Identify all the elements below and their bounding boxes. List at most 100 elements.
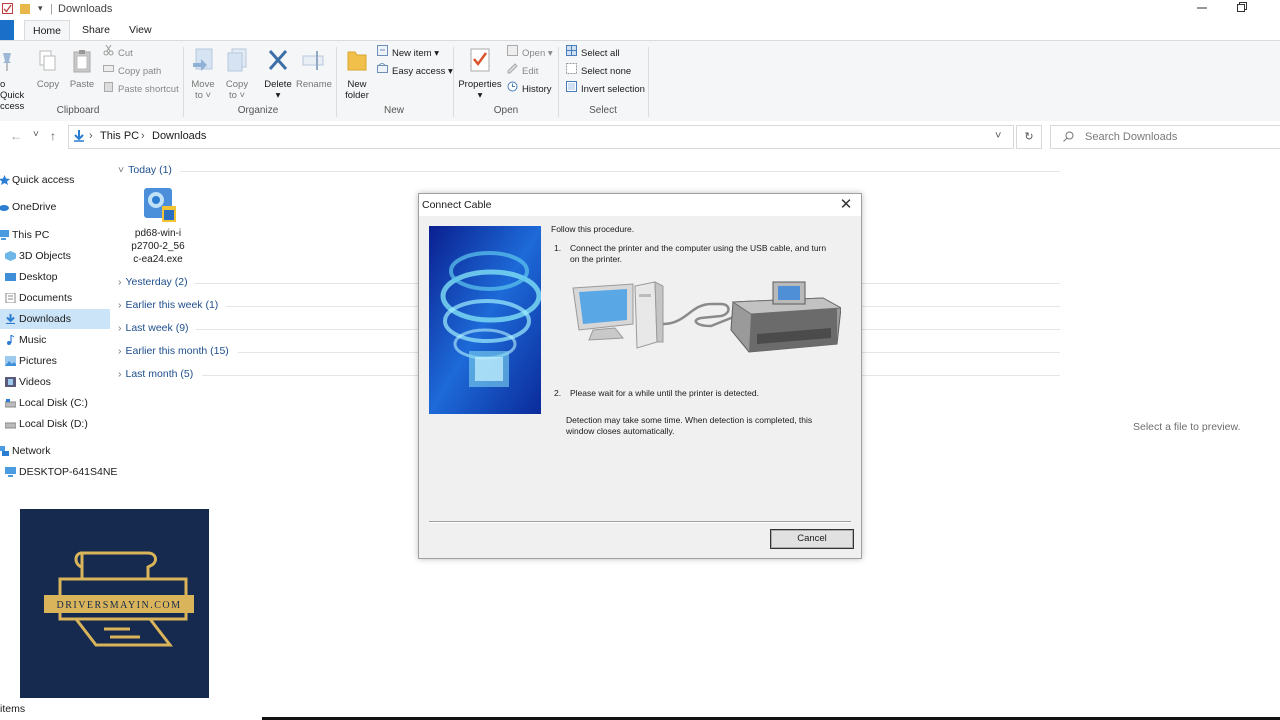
rename-label: Rename — [296, 79, 332, 90]
file-name-line-1: pd68-win-i — [134, 228, 182, 239]
delete-button[interactable]: Delete ▾ — [262, 47, 294, 101]
paste-shortcut-icon — [103, 81, 114, 98]
sidebar-item-quick-access[interactable]: Quick access — [0, 170, 110, 190]
paste-button[interactable]: Paste — [68, 49, 96, 90]
breadcrumb-this-pc[interactable]: This PC — [100, 130, 139, 142]
group-header-last-month[interactable]: › Last month (5) — [118, 366, 193, 382]
recent-locations-icon[interactable]: ˅ — [33, 129, 39, 140]
copy-to-button[interactable]: Copy to ˅ — [223, 47, 251, 101]
open-label: Open ▾ — [522, 48, 553, 60]
driversmayin-logo: DRIVERSMAYIN.COM — [20, 509, 209, 698]
sidebar-item-documents[interactable]: Documents — [0, 288, 110, 308]
close-icon[interactable]: ✕ — [837, 196, 855, 214]
invert-selection-icon — [566, 81, 577, 98]
sidebar-item-music[interactable]: Music — [0, 330, 110, 350]
music-note-icon — [7, 335, 15, 345]
properties-label: Properties — [458, 79, 502, 90]
sidebar-item-desktop[interactable]: Desktop — [0, 267, 110, 287]
edit-button[interactable]: Edit — [507, 63, 538, 79]
title-separator: | — [50, 3, 53, 15]
easy-access-button[interactable]: Easy access ▾ — [377, 62, 453, 79]
move-to-label-2: to ˅ — [194, 90, 212, 101]
open-button[interactable]: Open ▾ — [507, 45, 553, 61]
cut-button[interactable]: Cut — [103, 44, 133, 61]
pin-to-quick-access-button[interactable]: o Quick ccess — [0, 49, 32, 112]
new-item-button[interactable]: New item ▾ — [377, 45, 439, 61]
easy-access-label: Easy access ▾ — [392, 66, 453, 78]
minimize-icon[interactable] — [1192, 2, 1212, 18]
file-name-line-3: c-ea24.exe — [133, 254, 183, 265]
sidebar-item-network[interactable]: Network — [0, 441, 110, 461]
copy-path-button[interactable]: Copy path — [103, 63, 161, 79]
customize-toolbar-icon[interactable]: ▾ — [38, 3, 43, 14]
search-box[interactable]: Search Downloads — [1050, 125, 1280, 149]
tab-view[interactable]: View — [121, 20, 160, 40]
sidebar-label: Quick access — [12, 174, 75, 186]
address-dropdown-icon[interactable]: ˅ — [995, 130, 1001, 142]
search-icon — [1063, 131, 1074, 145]
select-all-label: Select all — [581, 48, 620, 60]
tab-share[interactable]: Share — [74, 20, 118, 40]
breadcrumb-separator: › — [141, 130, 145, 142]
new-folder-button[interactable]: New folder — [342, 47, 372, 101]
select-none-button[interactable]: Select none — [566, 63, 631, 79]
new-folder-icon — [342, 47, 372, 76]
sidebar-item-desktop-computer[interactable]: DESKTOP-641S4NE — [0, 462, 117, 482]
tab-file[interactable] — [0, 20, 14, 40]
sidebar-item-pictures[interactable]: Pictures — [0, 351, 110, 371]
breadcrumb-downloads[interactable]: Downloads — [152, 130, 206, 142]
copy-button[interactable]: Copy — [36, 49, 60, 90]
group-header-earlier-this-week[interactable]: › Earlier this week (1) — [118, 297, 218, 313]
window-title: Downloads — [58, 3, 113, 15]
group-header-earlier-this-month[interactable]: › Earlier this month (15) — [118, 343, 229, 359]
paste-shortcut-button[interactable]: Paste shortcut — [103, 81, 179, 97]
step-1-text-line-2: on the printer. — [570, 254, 622, 264]
select-all-button[interactable]: Select all — [566, 45, 620, 61]
properties-icon — [458, 47, 502, 76]
properties-quick-icon[interactable] — [2, 3, 13, 17]
move-to-label-1: Move — [191, 79, 215, 90]
move-to-button[interactable]: Move to ˅ — [189, 47, 217, 101]
ribbon-separator — [648, 47, 649, 117]
address-bar[interactable]: › This PC › Downloads ˅ — [68, 125, 1014, 149]
sidebar-item-local-disk-d[interactable]: Local Disk (D:) — [0, 414, 110, 434]
group-header-yesterday[interactable]: › Yesterday (2) — [118, 274, 188, 290]
file-item-installer[interactable]: pd68-win-i p2700-2_56 c-ea24.exe — [128, 184, 188, 266]
sidebar-label: 3D Objects — [19, 250, 71, 262]
downloads-location-icon — [73, 130, 85, 145]
sidebar-item-videos[interactable]: Videos — [0, 372, 110, 392]
step-2-text: Please wait for a while until the printe… — [570, 388, 759, 398]
edit-label: Edit — [522, 66, 539, 78]
pin-label-1: o Quick — [0, 79, 25, 101]
cube-icon — [5, 251, 16, 261]
back-arrow-icon[interactable]: ← — [10, 129, 22, 143]
up-arrow-icon[interactable]: ↑ — [50, 129, 56, 143]
expand-chevron-icon: › — [118, 322, 122, 334]
network-icon — [0, 446, 9, 456]
refresh-button[interactable]: ↻ — [1016, 125, 1042, 149]
sidebar-label: OneDrive — [12, 201, 57, 213]
printer-logo-icon: DRIVERSMAYIN.COM — [44, 551, 194, 647]
history-button[interactable]: History — [507, 81, 552, 97]
cancel-button[interactable]: Cancel — [770, 529, 854, 549]
ribbon: o Quick ccess Copy Paste Cut Copy path P… — [0, 40, 1280, 122]
sidebar-item-local-disk-c[interactable]: Local Disk (C:) — [0, 393, 110, 413]
sidebar-item-onedrive[interactable]: OneDrive — [0, 197, 110, 217]
sidebar-item-downloads[interactable]: Downloads — [0, 309, 110, 329]
sidebar-label: Pictures — [19, 355, 57, 367]
group-header-last-week[interactable]: › Last week (9) — [118, 320, 189, 336]
invert-selection-button[interactable]: Invert selection — [566, 81, 645, 97]
sidebar-item-3d-objects[interactable]: 3D Objects — [0, 246, 110, 266]
rename-button[interactable]: Rename — [296, 47, 332, 90]
sidebar-item-this-pc[interactable]: This PC — [0, 225, 110, 245]
restore-icon[interactable] — [1232, 2, 1252, 18]
tab-home[interactable]: Home — [24, 20, 71, 41]
setup-banner-image — [429, 226, 541, 414]
properties-button[interactable]: Properties ▾ — [458, 47, 502, 101]
group-header-today[interactable]: ˅ Today (1) — [118, 162, 172, 178]
ribbon-separator — [453, 47, 454, 117]
delete-dropdown-arrow: ▾ — [275, 90, 281, 101]
step-1-text-line-1: Connect the printer and the computer usi… — [570, 243, 827, 253]
copy-to-icon — [223, 47, 251, 76]
folder-quick-icon[interactable] — [20, 3, 30, 17]
